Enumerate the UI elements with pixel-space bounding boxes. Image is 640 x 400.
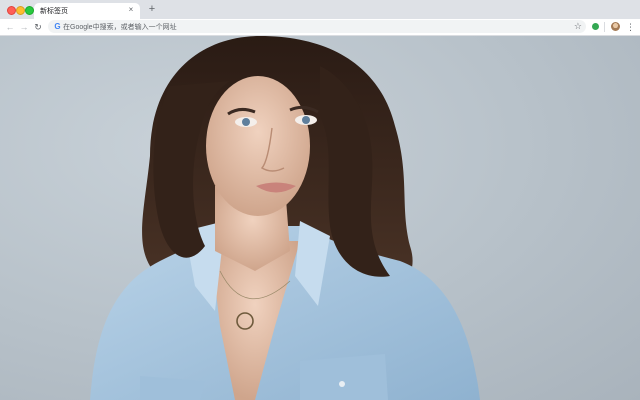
iris-right (302, 116, 310, 124)
google-icon: G (54, 22, 61, 31)
reload-icon[interactable]: ↻ (32, 21, 44, 33)
maximize-window-button[interactable] (25, 6, 34, 15)
avatar[interactable] (611, 22, 620, 31)
new-tab-button[interactable]: + (146, 3, 158, 15)
wallpaper-portrait (90, 36, 480, 400)
iris-left (242, 118, 250, 126)
browser-toolbar: ← → ↻ G 在Google中搜索，或者输入一个网址 ☆ ⋮ (0, 19, 640, 36)
minimize-window-button[interactable] (16, 6, 25, 15)
tab-strip: 新标签页 × + (0, 0, 640, 19)
pocket-right (300, 354, 388, 400)
close-window-button[interactable] (7, 6, 16, 15)
toolbar-divider (604, 22, 605, 32)
face (206, 76, 310, 216)
new-tab-wallpaper (0, 36, 640, 400)
star-icon[interactable]: ☆ (574, 20, 582, 33)
extension-icon[interactable] (592, 23, 599, 30)
arrow-left-icon[interactable]: ← (4, 21, 16, 33)
arrow-right-icon[interactable]: → (18, 21, 30, 33)
tab-title: 新标签页 (40, 8, 68, 15)
tab-new-tab[interactable]: 新标签页 × (34, 3, 140, 19)
shirt-button (339, 381, 345, 387)
kebab-menu-icon[interactable]: ⋮ (626, 21, 635, 33)
address-bar[interactable]: G 在Google中搜索，或者输入一个网址 ☆ (48, 20, 586, 33)
address-placeholder: 在Google中搜索，或者输入一个网址 (63, 24, 177, 31)
close-icon[interactable]: × (126, 5, 136, 15)
